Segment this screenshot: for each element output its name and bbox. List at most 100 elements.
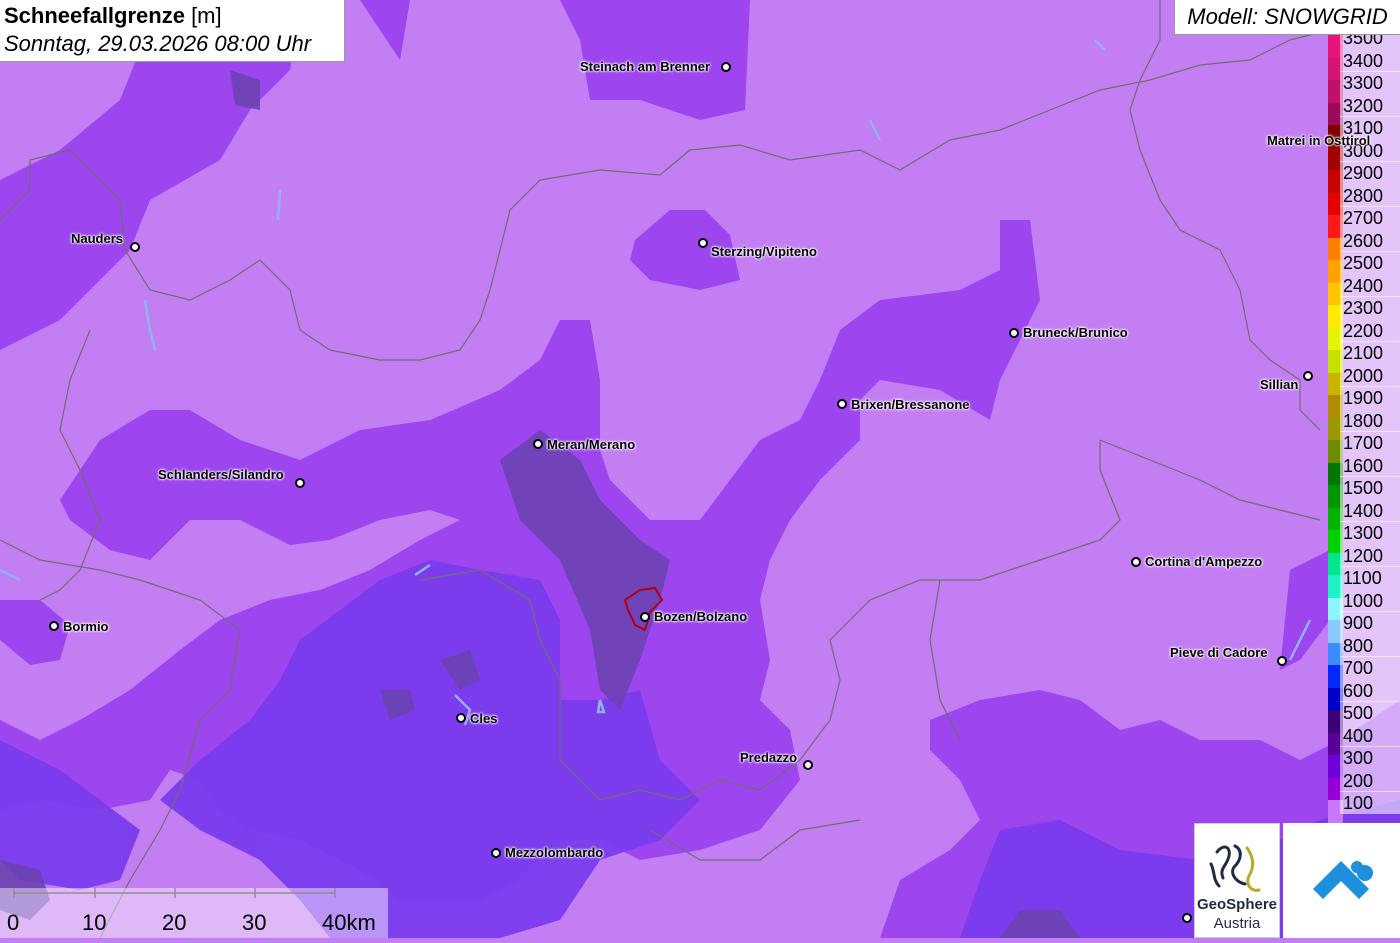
map-title-unit: [m] xyxy=(184,3,222,28)
legend-row: 2200 xyxy=(1328,318,1400,351)
legend-label: 1000 xyxy=(1340,588,1400,612)
city-label[interactable]: Bormio xyxy=(63,619,109,634)
city-dot[interactable] xyxy=(1182,913,1192,923)
city-label[interactable]: Bruneck/Brunico xyxy=(1023,325,1128,340)
legend-row: 3500 xyxy=(1328,35,1400,58)
city-label[interactable]: Sterzing/Vipiteno xyxy=(711,244,817,259)
legend-row: 800 xyxy=(1328,633,1400,666)
legend-label: 2400 xyxy=(1340,273,1400,297)
legend-row: 2700 xyxy=(1328,206,1400,238)
legend-row: 1800 xyxy=(1328,408,1400,441)
legend-label: 1800 xyxy=(1340,408,1400,432)
legend-label: 1900 xyxy=(1340,386,1400,410)
legend-label: 1100 xyxy=(1340,566,1400,590)
legend-label: 1500 xyxy=(1340,476,1400,500)
city-dot[interactable] xyxy=(456,713,466,723)
legend-row: 1000 xyxy=(1328,588,1400,621)
legend-row: 700 xyxy=(1328,656,1400,688)
city-dot[interactable] xyxy=(803,760,813,770)
city-label[interactable]: Matrei in Osttirol xyxy=(1267,133,1370,148)
geosphere-emblem-icon xyxy=(1209,844,1261,892)
legend-label: 800 xyxy=(1340,633,1400,657)
legend-label: 3300 xyxy=(1340,71,1400,95)
legend-label: 1700 xyxy=(1340,431,1400,455)
legend-row: 2900 xyxy=(1328,161,1400,193)
legend-label: 2700 xyxy=(1340,206,1400,230)
legend-label: 500 xyxy=(1340,701,1400,725)
city-dot[interactable] xyxy=(1009,328,1019,338)
city-dot[interactable] xyxy=(295,478,305,488)
geosphere-logo[interactable]: GeoSphere Austria xyxy=(1194,823,1280,938)
legend-row: 1600 xyxy=(1328,453,1400,486)
scale-label-40km: 40km xyxy=(322,910,376,935)
snowgrid-logo[interactable] xyxy=(1283,823,1400,938)
legend-row: 900 xyxy=(1328,611,1400,643)
map-timestamp: Sonntag, 29.03.2026 08:00 Uhr xyxy=(4,31,312,56)
city-label[interactable]: Nauders xyxy=(71,231,123,246)
city-dot[interactable] xyxy=(491,848,501,858)
city-dot[interactable] xyxy=(698,238,708,248)
legend-row: 1500 xyxy=(1328,476,1400,508)
legend-label: 2800 xyxy=(1340,183,1400,207)
city-label[interactable]: Mezzolombardo xyxy=(505,845,603,860)
legend-label: 1300 xyxy=(1340,521,1400,545)
legend-row: 2000 xyxy=(1328,363,1400,396)
legend-row: 2600 xyxy=(1328,228,1400,261)
geosphere-logo-line2: Austria xyxy=(1213,915,1261,932)
city-label[interactable]: Brixen/Bressanone xyxy=(851,397,970,412)
city-dot[interactable] xyxy=(533,439,543,449)
legend-label: 3200 xyxy=(1340,93,1400,117)
legend-row: 1200 xyxy=(1328,543,1400,576)
legend-label: 3500 xyxy=(1340,35,1400,49)
legend-row: 200 xyxy=(1328,768,1400,801)
map-title: Schneefallgrenze [m] xyxy=(4,2,340,30)
city-label[interactable]: Bozen/Bolzano xyxy=(654,609,747,624)
map-title-variable: Schneefallgrenze xyxy=(4,3,185,28)
legend-row: 1700 xyxy=(1328,431,1400,463)
legend-row: 2400 xyxy=(1328,273,1400,306)
city-label[interactable]: Cles xyxy=(470,711,497,726)
legend-label: 900 xyxy=(1340,611,1400,635)
city-label[interactable]: Pieve di Cadore xyxy=(1170,645,1268,660)
city-dot[interactable] xyxy=(721,62,731,72)
legend-label: 2600 xyxy=(1340,228,1400,252)
city-label[interactable]: Cortina d'Ampezzo xyxy=(1145,554,1262,569)
scale-label-20: 20 xyxy=(162,910,187,935)
scale-bar: 0 10 20 30 40km xyxy=(0,888,388,938)
model-label: Modell: SNOWGRID xyxy=(1174,0,1400,35)
legend-label: 2900 xyxy=(1340,161,1400,185)
city-label[interactable]: Predazzo xyxy=(740,750,797,765)
legend-row: 2300 xyxy=(1328,296,1400,328)
legend-label: 2000 xyxy=(1340,363,1400,387)
legend-row: 1400 xyxy=(1328,498,1400,531)
legend-row: 3400 xyxy=(1328,48,1400,80)
legend-label: 700 xyxy=(1340,656,1400,680)
city-dot[interactable] xyxy=(640,612,650,622)
color-legend: 3500 3400 3300 3200 3100 3000 2900 2800 2700 2600… xyxy=(1328,35,1400,823)
city-dot[interactable] xyxy=(1277,656,1287,666)
legend-row: 100 xyxy=(1328,791,1400,823)
legend-row: 400 xyxy=(1328,723,1400,756)
city-label[interactable]: Meran/Merano xyxy=(547,437,635,452)
map-title-box: Schneefallgrenze [m] Sonntag, 29.03.2026… xyxy=(0,0,345,62)
legend-row: 500 xyxy=(1328,701,1400,733)
city-label[interactable]: Steinach am Brenner xyxy=(580,59,710,74)
scale-label-30: 30 xyxy=(242,910,267,935)
city-dot[interactable] xyxy=(130,242,140,252)
legend-label: 1600 xyxy=(1340,453,1400,477)
legend-label: 1200 xyxy=(1340,543,1400,567)
city-dot[interactable] xyxy=(49,621,59,631)
city-label[interactable]: Schlanders/Silandro xyxy=(158,467,284,482)
legend-row: 1300 xyxy=(1328,521,1400,553)
legend-label: 100 xyxy=(1340,791,1400,815)
city-dot[interactable] xyxy=(1131,557,1141,567)
city-dot[interactable] xyxy=(1303,371,1313,381)
legend-label: 3400 xyxy=(1340,48,1400,72)
city-dot[interactable] xyxy=(837,399,847,409)
legend-label: 400 xyxy=(1340,723,1400,747)
snow-cloud-arrow-icon xyxy=(1313,861,1373,899)
legend-row: 600 xyxy=(1328,678,1400,711)
legend-label: 1400 xyxy=(1340,498,1400,522)
legend-label: 2300 xyxy=(1340,296,1400,320)
city-label[interactable]: Sillian xyxy=(1260,377,1298,392)
